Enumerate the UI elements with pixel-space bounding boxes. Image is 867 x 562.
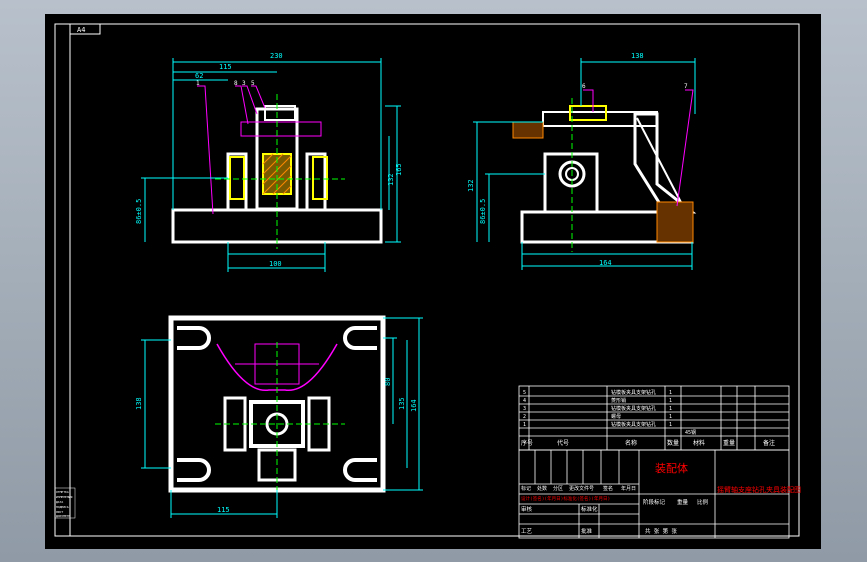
top-slot-tr xyxy=(343,326,377,350)
cad-window: A4 1 8 3 5 230 115 62 165 132 86±0.5 100… xyxy=(0,0,867,562)
bom-header-material: 材料 xyxy=(693,439,705,447)
bom-header-code: 代号 xyxy=(557,439,569,447)
title-review: 审核 xyxy=(521,505,533,513)
side-dim-height: 132 xyxy=(467,179,475,192)
drawing-svg: A4 1 8 3 5 230 115 62 165 132 86±0.5 100… xyxy=(54,23,801,539)
front-balloon-1: 1 xyxy=(196,80,200,87)
outer-border xyxy=(54,23,800,537)
side-balloon-7: 7 xyxy=(684,83,688,90)
title-sign-label-5: 签名 xyxy=(603,485,613,492)
front-dim-base-width: 100 xyxy=(269,260,282,268)
svg-text:ДАТА: ДАТА xyxy=(56,500,63,504)
bom-header-qty: 数量 xyxy=(667,439,679,447)
front-right-support xyxy=(305,152,327,212)
front-dim-mid-height: 132 xyxy=(387,173,395,186)
side-dim-base-width: 164 xyxy=(599,259,612,267)
side-view: 6 7 138 132 86±0.5 164 xyxy=(467,52,697,270)
revision-legend: ОТМЕТКА ИЗМЕНЕНИЯ ДАТА ПОДПИСЬ ЛИСТ ДОКУ… xyxy=(54,487,76,519)
front-balloon-5: 5 xyxy=(251,80,255,87)
side-hatched-part xyxy=(512,121,544,139)
top-dim-bottom-offset: 115 xyxy=(217,506,230,514)
bom-row-2-qty: 1 xyxy=(669,414,672,420)
top-dim-right-a: 135 xyxy=(398,397,406,410)
front-dim-overall-width: 230 xyxy=(270,52,283,60)
title-weight-label: 重量 xyxy=(677,498,689,506)
bom-material-note: 45钢 xyxy=(685,429,696,436)
title-stage-label: 阶段标记 xyxy=(643,498,666,506)
svg-text:ОТМЕТКА: ОТМЕТКА xyxy=(56,490,69,494)
front-dim-small: 62 xyxy=(195,72,203,80)
top-dim-depth: 138 xyxy=(135,397,143,410)
bom-header-name: 名称 xyxy=(625,439,637,447)
bom-row-4-name: 菱形销 xyxy=(611,397,626,404)
title-sign-label-2: 处数 xyxy=(537,485,547,492)
title-sign-label-4: 更改文件号 xyxy=(569,485,594,492)
bom-header-no: 序号 xyxy=(521,439,533,447)
title-sign-label-6: 年月日 xyxy=(621,485,636,492)
bom-row-2-no: 2 xyxy=(523,414,526,420)
bom-row-3-no: 3 xyxy=(523,406,526,412)
front-balloon-8: 8 xyxy=(234,80,238,87)
front-balloon-3: 3 xyxy=(242,80,246,87)
top-dim-inner: 80 xyxy=(384,378,392,386)
bom-row-1-name: 钻模板夹具支架钻孔 xyxy=(611,421,656,428)
front-drill-plate xyxy=(240,121,322,137)
bom-row-5-name: 钻模板夹具支架钻孔 xyxy=(611,389,656,396)
title-drawing-type: 装配体 xyxy=(655,461,688,475)
side-dim-top-width: 138 xyxy=(631,52,644,60)
corner-tag: A4 xyxy=(77,26,85,34)
top-dim-right-b: 164 xyxy=(410,399,418,412)
bom-row-5-qty: 1 xyxy=(669,390,672,396)
title-drawing-name: 摇臂轴支座钻孔夹具装配图 xyxy=(717,485,801,494)
title-sign-label-3: 分区 xyxy=(553,485,563,492)
side-dim-left-height: 86±0.5 xyxy=(479,199,487,224)
front-dim-left-offset: 115 xyxy=(219,63,232,71)
title-block xyxy=(518,449,790,539)
bom-header-remark: 备注 xyxy=(763,439,775,447)
bom-row-2-name: 螺母 xyxy=(611,413,621,420)
title-approve: 批准 xyxy=(581,527,593,535)
top-slot-tl xyxy=(177,326,211,350)
bom-header-weight: 重量 xyxy=(723,439,735,447)
title-sign-label-1: 标记 xyxy=(521,485,531,492)
front-dim-left-height: 86±0.5 xyxy=(135,199,143,224)
side-clamp-section xyxy=(656,201,694,243)
drawing-canvas[interactable]: A4 1 8 3 5 230 115 62 165 132 86±0.5 100… xyxy=(45,14,821,549)
svg-text:ПОДПИСЬ: ПОДПИСЬ xyxy=(56,505,69,509)
title-scale-label: 比例 xyxy=(697,498,709,506)
svg-text:ИЗМЕНЕНИЯ: ИЗМЕНЕНИЯ xyxy=(56,495,72,499)
svg-text:ДОКУМЕНТ: ДОКУМЕНТ xyxy=(56,514,71,518)
front-left-block xyxy=(229,156,245,200)
top-slot-br xyxy=(343,458,377,482)
side-balloon-6: 6 xyxy=(582,83,586,90)
title-standard: 标准化 xyxy=(581,505,598,513)
side-bracket-rib xyxy=(636,117,686,211)
title-sheet-info: 共 张 第 张 xyxy=(645,527,677,535)
title-design-row: 设计(签名)(年月日)标准化(签名)(年月日) xyxy=(521,495,610,502)
bom-row-5-no: 5 xyxy=(523,390,526,396)
bom-row-1-qty: 1 xyxy=(669,422,672,428)
bom-row-1-no: 1 xyxy=(523,422,526,428)
top-slot-bl xyxy=(177,458,211,482)
top-view: 138 80 135 164 115 xyxy=(135,315,423,518)
front-view: 1 8 3 5 230 115 62 165 132 86±0.5 100 xyxy=(135,52,403,272)
title-process: 工艺 xyxy=(521,528,533,535)
front-dim-overall-height: 165 xyxy=(395,163,403,176)
bom-row-3-name: 钻模板夹具支架钻孔 xyxy=(611,405,656,412)
bom-row-3-qty: 1 xyxy=(669,406,672,412)
bom-row-4-no: 4 xyxy=(523,398,526,404)
bom-row-4-qty: 1 xyxy=(669,398,672,404)
